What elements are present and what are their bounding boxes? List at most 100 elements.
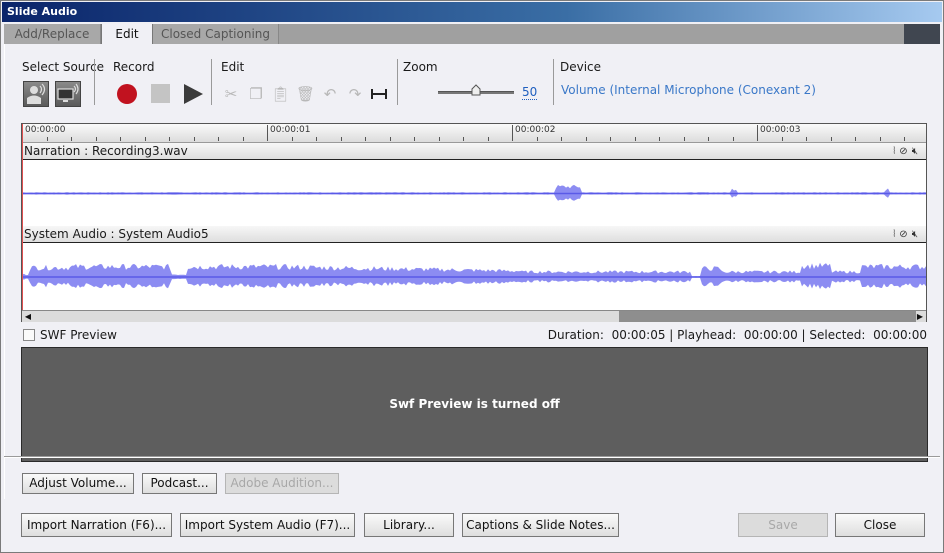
library-button[interactable]: Library... [364, 513, 454, 537]
import-system-audio-button[interactable]: Import System Audio (F7)... [180, 513, 355, 537]
playhead[interactable] [22, 124, 23, 310]
cut-icon[interactable]: ✂ [222, 85, 240, 103]
divider [4, 456, 940, 458]
ruler-tick [806, 137, 807, 141]
microphone-source-icon [27, 83, 46, 104]
scroll-left-icon[interactable]: ◀ [22, 311, 34, 322]
narration-waveform[interactable] [22, 161, 926, 226]
swf-preview-label: SWF Preview [40, 328, 117, 342]
adjust-volume-button[interactable]: Adjust Volume... [22, 473, 134, 494]
system-audio-track-title: System Audio : System Audio5 [24, 227, 209, 241]
separator [94, 59, 95, 105]
time-ruler[interactable]: 00:00:00 00:00:01 00:00:02 00:00:03 [22, 124, 926, 143]
playhead-label: Playhead: [677, 328, 737, 342]
separator [397, 59, 398, 105]
ruler-tick [610, 137, 611, 141]
narration-track-header[interactable]: Narration : Recording3.wav ⦚⊘🔇︎ [22, 143, 926, 160]
tab-strip: Add/Replace Edit Closed Captioning [4, 24, 940, 45]
ruler-tick [586, 137, 587, 141]
ruler-tick [267, 137, 268, 141]
tab-strip-fill [904, 24, 940, 44]
import-narration-button[interactable]: Import Narration (F6)... [21, 513, 172, 537]
ruler-tick [194, 137, 195, 141]
scrollbar-thumb[interactable] [619, 311, 916, 322]
paste-icon[interactable]: 📋︎ [271, 85, 290, 103]
ruler-tick [537, 137, 538, 141]
duration-label: Duration: [547, 328, 604, 342]
record-icon[interactable] [117, 84, 137, 104]
separator [211, 59, 212, 105]
ruler-tick [904, 137, 905, 141]
status-line: Duration: 00:00:05 | Playhead: 00:00:00 … [547, 328, 927, 342]
ruler-tick [880, 137, 881, 141]
tab-closed-captioning[interactable]: Closed Captioning [153, 24, 279, 44]
ruler-tick [341, 137, 342, 141]
podcast-button[interactable]: Podcast... [142, 473, 217, 494]
split-audio-icon[interactable]: ⦚⊘ [893, 229, 911, 240]
ruler-tick [120, 137, 121, 141]
ruler-tick [635, 137, 636, 141]
tab-add-replace[interactable]: Add/Replace [4, 24, 101, 44]
ruler-tick [439, 137, 440, 141]
swf-preview-pane: Swf Preview is turned off [21, 347, 928, 462]
edit-panel: Select Source Record Edit ✂ ❐ 📋︎ 🗑︎ ↶ ↷ … [4, 44, 940, 499]
microphone-source-button[interactable] [23, 81, 49, 107]
mute-icon[interactable]: 🔇︎ [912, 229, 922, 240]
swf-preview-checkbox[interactable] [23, 329, 35, 341]
system-audio-source-icon [57, 83, 79, 102]
system-audio-track-header[interactable]: System Audio : System Audio5 ⦚⊘🔇︎ [22, 226, 926, 243]
save-button[interactable]: Save [738, 513, 828, 537]
ruler-tick [47, 137, 48, 141]
system-audio-source-button[interactable] [55, 81, 81, 107]
ruler-tick [218, 137, 219, 141]
ruler-tick [169, 137, 170, 141]
ruler-label: 00:00:01 [267, 125, 310, 141]
ruler-tick [96, 137, 97, 141]
ruler-tick [561, 137, 562, 141]
mute-icon[interactable]: 🔇︎ [912, 146, 922, 157]
insert-silence-icon[interactable] [370, 85, 388, 103]
track-icons: ⦚⊘🔇︎ [893, 143, 922, 160]
selected-value: 00:00:00 [873, 328, 927, 342]
ruler-tick [782, 137, 783, 141]
track-icons: ⦚⊘🔇︎ [893, 226, 922, 243]
ruler-label: 00:00:00 [22, 125, 65, 141]
ruler-label: 00:00:03 [757, 125, 800, 141]
ruler-tick [488, 137, 489, 141]
narration-waveform-graphic [22, 184, 926, 201]
scroll-right-icon[interactable]: ▶ [914, 311, 926, 322]
timeline-scrollbar[interactable]: ◀ ▶ [22, 310, 926, 322]
ruler-tick [292, 137, 293, 141]
device-link[interactable]: Volume (Internal Microphone (Conexant 2) [561, 83, 816, 97]
split-audio-icon[interactable]: ⦚⊘ [893, 146, 911, 157]
ruler-label: 00:00:02 [512, 125, 555, 141]
captions-slide-notes-button[interactable]: Captions & Slide Notes... [462, 513, 619, 537]
window-title: Slide Audio [2, 2, 942, 22]
zoom-slider-thumb[interactable] [471, 84, 481, 96]
play-icon[interactable] [184, 84, 203, 104]
ruler-tick [463, 137, 464, 141]
adobe-audition-button[interactable]: Adobe Audition... [225, 473, 339, 494]
narration-track-title: Narration : Recording3.wav [24, 144, 188, 158]
ruler-tick [316, 137, 317, 141]
system-audio-waveform[interactable] [22, 244, 926, 310]
delete-icon[interactable]: 🗑︎ [296, 85, 315, 103]
ruler-tick [733, 137, 734, 141]
ruler-tick [512, 137, 513, 141]
undo-icon[interactable]: ↶ [321, 85, 339, 103]
zoom-value[interactable]: 50 [522, 86, 538, 100]
copy-icon[interactable]: ❐ [247, 85, 265, 103]
duration-value: 00:00:05 [611, 328, 666, 342]
audio-timeline[interactable]: 00:00:00 00:00:01 00:00:02 00:00:03 Narr… [21, 123, 927, 322]
ruler-tick [684, 137, 685, 141]
zoom-label: Zoom [403, 60, 438, 74]
tab-edit[interactable]: Edit [101, 24, 153, 45]
system-audio-waveform-graphic [22, 262, 926, 289]
close-button[interactable]: Close [835, 513, 925, 537]
slide-audio-dialog: Slide Audio Add/Replace Edit Closed Capt… [0, 0, 944, 553]
stop-icon[interactable] [151, 84, 170, 103]
ruler-tick [390, 137, 391, 141]
redo-icon[interactable]: ↷ [346, 85, 364, 103]
record-label: Record [113, 60, 155, 74]
ruler-tick [757, 137, 758, 141]
